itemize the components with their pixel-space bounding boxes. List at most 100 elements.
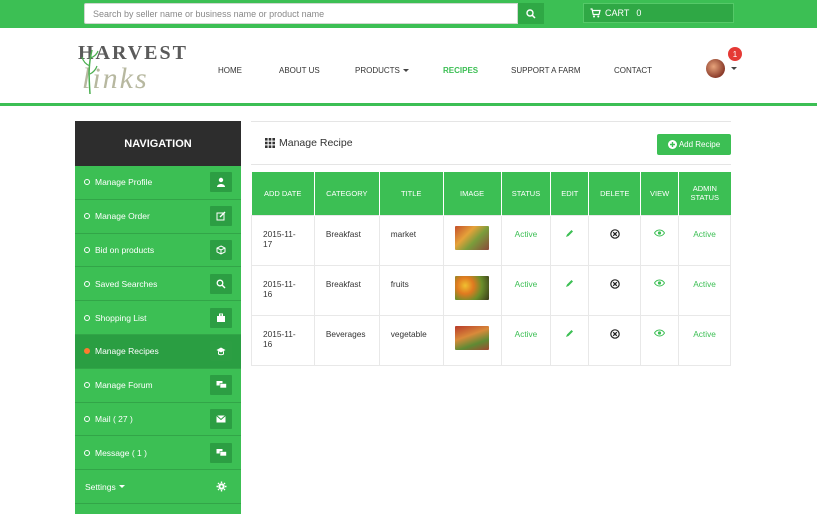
edit-icon	[210, 206, 232, 227]
eye-icon[interactable]	[654, 229, 666, 237]
cell-admin-status: Active	[678, 214, 731, 266]
user-menu-chevron-icon[interactable]	[731, 67, 737, 70]
nav-home[interactable]: HOME	[218, 66, 242, 75]
pencil-icon[interactable]	[565, 279, 574, 288]
recipe-thumbnail[interactable]	[455, 325, 490, 350]
cell-admin-status: Active	[678, 264, 731, 316]
add-recipe-label: Add Recipe	[678, 140, 721, 149]
cell-title: market	[378, 214, 444, 266]
cell-image	[442, 314, 502, 366]
cart-icon	[590, 8, 601, 18]
cell-status[interactable]: Active	[500, 314, 552, 366]
cell-image	[442, 214, 502, 266]
cell-admin-status: Active	[678, 314, 731, 366]
recipe-thumbnail[interactable]	[455, 275, 490, 300]
sidebar-item-shopping-list[interactable]: Shopping List	[75, 301, 241, 335]
cell-title: vegetable	[378, 314, 444, 366]
sidebar-item-settings[interactable]: Settings	[75, 470, 241, 504]
eye-icon[interactable]	[654, 279, 666, 287]
package-icon	[210, 239, 232, 260]
date-part2: 17	[263, 238, 273, 249]
col-admin-status[interactable]: ADMIN STATUS	[678, 172, 731, 215]
sidebar-item-label: Message ( 1 )	[95, 447, 147, 458]
cell-category: Breakfast	[313, 264, 380, 316]
sidebar-item-label: Settings	[85, 481, 116, 492]
col-delete: DELETE	[588, 172, 642, 215]
cart-button[interactable]: CART 0	[583, 3, 734, 23]
nav-products-label: PRODUCTS	[355, 66, 400, 75]
pencil-icon[interactable]	[565, 229, 574, 238]
bullet-icon	[84, 314, 90, 321]
top-bar: CART 0	[0, 0, 817, 28]
sidebar-item-label: Manage Profile	[95, 177, 153, 188]
cell-category: Breakfast	[313, 214, 380, 266]
bullet-icon	[84, 246, 90, 253]
sidebar-item-manage-recipes[interactable]: Manage Recipes	[75, 334, 241, 369]
nav-products[interactable]: PRODUCTS	[355, 66, 409, 75]
page-header: Manage Recipe Add Recipe	[251, 121, 731, 165]
cell-edit	[550, 264, 590, 316]
sidebar-item-manage-forum[interactable]: Manage Forum	[75, 369, 241, 403]
cell-category: Beverages	[313, 314, 380, 366]
wheat-icon	[81, 49, 99, 94]
col-add-date[interactable]: ADD DATE	[251, 172, 315, 215]
col-category[interactable]: CATEGORY	[314, 172, 380, 215]
cart-count: 0	[636, 8, 642, 18]
cell-view	[640, 314, 680, 366]
bullet-icon	[84, 179, 90, 186]
cell-view	[640, 264, 680, 316]
col-image: IMAGE	[443, 172, 502, 215]
nav-support-a-farm[interactable]: SUPPORT A FARM	[511, 66, 581, 75]
cell-status[interactable]: Active	[500, 214, 552, 266]
col-view: VIEW	[640, 172, 680, 215]
bullet-icon	[84, 449, 90, 456]
cell-delete	[588, 314, 642, 366]
delete-circle-icon[interactable]	[609, 278, 620, 289]
avatar[interactable]	[706, 59, 725, 78]
cell-edit	[550, 214, 590, 266]
sidebar-item-saved-searches[interactable]: Saved Searches	[75, 267, 241, 302]
delete-circle-icon[interactable]	[609, 328, 620, 339]
gear-icon	[210, 477, 232, 497]
cell-view	[640, 214, 680, 266]
col-title[interactable]: TITLE	[379, 172, 444, 215]
table-header-row: ADD DATE CATEGORY TITLE IMAGE STATUS EDI…	[251, 172, 731, 215]
date-part1: 2015-11-	[263, 278, 296, 289]
search-icon	[210, 273, 232, 294]
grid-icon	[265, 138, 275, 148]
col-status[interactable]: STATUS	[501, 172, 552, 215]
cart-label: CART	[605, 8, 630, 18]
add-recipe-button[interactable]: Add Recipe	[657, 134, 731, 155]
cell-add-date: 2015-11- 16	[251, 314, 315, 366]
sidebar-item-message[interactable]: Message ( 1 )	[75, 436, 241, 471]
search-icon	[526, 8, 536, 19]
sidebar-item-label: Saved Searches	[95, 278, 158, 289]
sidebar-item-manage-profile[interactable]: Manage Profile	[75, 166, 241, 200]
cell-delete	[588, 264, 642, 316]
sidebar-title: NAVIGATION	[75, 121, 241, 166]
sidebar-item-label: Manage Recipes	[95, 346, 159, 357]
logo[interactable]: HARVEST links	[78, 42, 193, 96]
cell-status[interactable]: Active	[500, 264, 552, 316]
col-edit: EDIT	[550, 172, 590, 215]
cell-image	[442, 264, 502, 316]
envelope-icon	[210, 408, 232, 429]
nav-recipes[interactable]: RECIPES	[443, 66, 478, 75]
search-input[interactable]	[84, 3, 518, 24]
recipe-thumbnail[interactable]	[455, 225, 490, 250]
pencil-icon[interactable]	[565, 329, 574, 338]
sidebar-item-bid-on-products[interactable]: Bid on products	[75, 234, 241, 268]
delete-circle-icon[interactable]	[609, 228, 620, 239]
eye-icon[interactable]	[654, 329, 666, 337]
date-part1: 2015-11-	[263, 328, 296, 339]
table-row: 2015-11- 16 Breakfast fruits Active Activ…	[251, 264, 731, 316]
chat-icon	[210, 375, 232, 396]
nav-about-us[interactable]: ABOUT US	[279, 66, 320, 75]
chevron-down-icon	[118, 485, 125, 489]
sidebar-item-manage-order[interactable]: Manage Order	[75, 200, 241, 234]
sidebar-item-mail[interactable]: Mail ( 27 )	[75, 403, 241, 437]
search-button[interactable]	[518, 3, 544, 24]
nav-contact[interactable]: CONTACT	[614, 66, 652, 75]
plus-circle-icon	[667, 140, 677, 149]
recipe-table: ADD DATE CATEGORY TITLE IMAGE STATUS EDI…	[251, 172, 731, 366]
